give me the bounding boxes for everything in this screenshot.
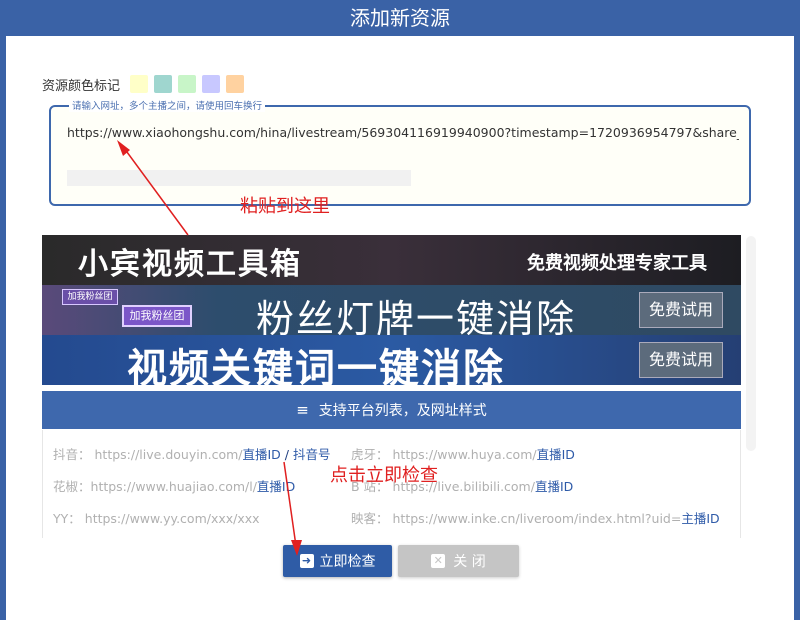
list-icon: ≡ [296,401,309,419]
banner-row-title: 小宾视频工具箱 免费视频处理专家工具 [42,235,741,285]
dialog-panel: 资源颜色标记 请输入网址，多个主播之间，请使用回车换行 https://www.… [6,36,794,620]
banner-badge-big: 加我粉丝团 [122,305,192,327]
platform-name: 花椒： [53,479,91,494]
banner-try-button-2[interactable]: 免费试用 [639,342,723,378]
color-swatch-green[interactable] [178,75,197,93]
color-swatch-lavender[interactable] [202,75,221,93]
platform-id: 直播ID [242,447,281,462]
platform-url: https://www.huajiao.com/l/ [90,479,257,494]
check-now-label: 立即检查 [319,554,376,570]
close-icon: ✕ [431,554,446,568]
platform-list-title: 支持平台列表，及网址样式 [318,403,487,419]
url-textarea[interactable]: 请输入网址，多个主播之间，请使用回车换行 https://www.xiaohon… [49,98,751,206]
close-button[interactable]: ✕ 关 闭 [398,545,519,577]
banner-badge-small: 加我粉丝团 [62,289,118,305]
platform-name: 虎牙： [351,447,389,462]
window-title: 添加新资源 [350,6,450,30]
scrollbar[interactable] [746,236,756,451]
platform-id: 直播ID [534,479,574,494]
platform-url: https://www.yy.com/xxx/xxx [84,511,260,526]
url-value[interactable]: https://www.xiaohongshu.com/hina/livestr… [67,125,739,140]
platform-id: 主播ID [681,511,720,526]
platform-huajiao: 花椒：https://www.huajiao.com/l/直播ID [53,476,295,495]
banner-row-fanbadge: 加我粉丝团 加我粉丝团 粉丝灯牌一键消除 免费试用 [42,285,741,335]
banner-subtitle: 免费视频处理专家工具 [527,253,707,274]
url-second-line [67,170,411,186]
color-tag-label: 资源颜色标记 [42,78,121,94]
promo-banner[interactable]: 小宾视频工具箱 免费视频处理专家工具 加我粉丝团 加我粉丝团 粉丝灯牌一键消除 … [42,235,741,385]
platform-id2: 抖音号 [292,447,331,462]
platform-inke: 映客： https://www.inke.cn/liveroom/index.h… [351,508,720,527]
platform-id: 直播ID [536,447,575,462]
arrow-right-icon: ➜ [299,554,314,568]
banner-try-button-1[interactable]: 免费试用 [639,292,723,328]
paste-here-annotation: 粘贴到这里 [240,196,330,217]
click-check-annotation: 点击立即检查 [330,465,438,486]
banner-row-keyword: 视频关键词一键消除 免费试用 [42,335,741,385]
platform-id: 直播ID [256,479,296,494]
platform-douyin: 抖音： https://live.douyin.com/直播ID / 抖音号 [53,444,331,463]
platform-name: 映客： [351,511,389,526]
banner-keyword-remove-text: 视频关键词一键消除 [127,346,505,385]
platform-name: 抖音： [53,447,91,462]
color-swatch-yellow[interactable] [130,75,149,93]
url-placeholder-label: 请输入网址，多个主播之间，请使用回车换行 [69,98,266,112]
platform-url: https://live.douyin.com/ [94,447,243,462]
banner-title: 小宾视频工具箱 [78,247,302,282]
platform-name: YY： [53,511,81,526]
platform-sep: / [280,447,293,462]
platform-url: https://www.inke.cn/liveroom/index.html?… [392,511,682,526]
platform-yy: YY： https://www.yy.com/xxx/xxx [53,508,260,527]
platform-list-header[interactable]: ≡ 支持平台列表，及网址样式 [42,391,741,429]
color-swatch-orange[interactable] [226,75,245,93]
color-swatch-teal[interactable] [154,75,173,93]
close-label: 关 闭 [453,554,486,570]
banner-fan-remove-text: 粉丝灯牌一键消除 [256,297,577,335]
check-now-button[interactable]: ➜ 立即检查 [283,545,392,577]
color-tag-row: 资源颜色标记 [42,74,250,94]
platform-url: https://www.huya.com/ [392,447,537,462]
